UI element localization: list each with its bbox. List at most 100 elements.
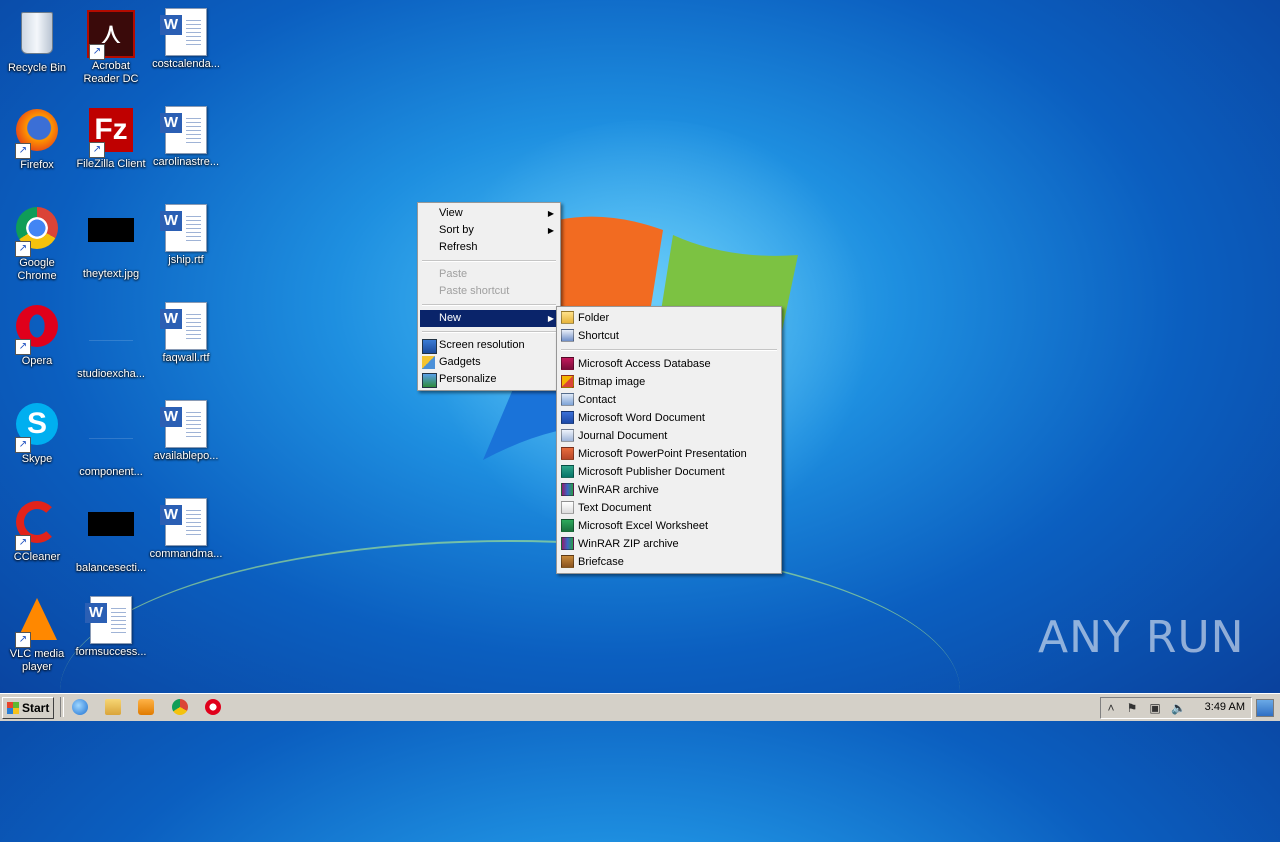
menu-item-personalize[interactable]: Personalize xyxy=(420,371,558,388)
show-hidden-icons-icon[interactable]: ˄ xyxy=(1104,701,1118,715)
text-document-icon xyxy=(561,501,574,514)
powerpoint-icon xyxy=(561,447,574,460)
shortcut-arrow-icon: ↗ xyxy=(15,632,31,648)
word-document-icon: W xyxy=(160,106,210,154)
menu-item-new[interactable]: New ▶ xyxy=(420,310,558,327)
gadgets-icon xyxy=(422,356,435,369)
submenu-arrow-icon: ▶ xyxy=(547,209,554,218)
menu-item-label: Personalize xyxy=(439,373,497,385)
desktop-icon[interactable]: Fz ↗ FileZilla Client xyxy=(74,106,148,171)
bitmap-icon xyxy=(561,375,574,388)
desktop-icon[interactable]: Wcommandma... xyxy=(149,498,223,561)
action-center-flag-icon[interactable]: ⚑ xyxy=(1125,701,1139,715)
chrome-icon[interactable] xyxy=(172,699,188,715)
desktop-icon-label: Opera xyxy=(21,355,53,367)
desktop-icon-label: formsuccess... xyxy=(75,646,147,658)
taskbar: Start ˄ ⚑ ▣ 🔈 3:49 AM xyxy=(0,693,1280,721)
opera-icon: ↗ xyxy=(13,305,61,355)
network-icon[interactable]: ▣ xyxy=(1148,701,1162,715)
menu-item-label: Contact xyxy=(578,394,616,406)
menu-item-refresh[interactable]: Refresh xyxy=(420,239,558,256)
menu-separator xyxy=(422,260,556,262)
desktop-icon[interactable]: studioexcha... xyxy=(74,302,148,381)
ccleaner-icon: ↗ xyxy=(13,501,61,551)
new-submenu-item[interactable]: Folder xyxy=(559,309,779,327)
word-document-icon: W xyxy=(160,400,210,448)
desktop-icon-label: jship.rtf xyxy=(168,254,204,266)
shortcut-arrow-icon: ↗ xyxy=(15,437,31,453)
desktop-icon[interactable]: S ↗ Skype xyxy=(0,400,74,466)
word-icon xyxy=(561,411,574,424)
internet-explorer-icon[interactable] xyxy=(72,699,88,715)
menu-item-sort-by[interactable]: Sort by ▶ xyxy=(420,222,558,239)
clock[interactable]: 3:49 AM xyxy=(1205,701,1245,713)
new-submenu-item[interactable]: Bitmap image xyxy=(559,373,779,391)
new-submenu-item[interactable]: Shortcut xyxy=(559,327,779,345)
desktop-icon-label: studioexcha... xyxy=(77,368,145,380)
menu-item-gadgets[interactable]: Gadgets xyxy=(420,354,558,371)
desktop-icon[interactable]: Recycle Bin xyxy=(0,8,74,75)
menu-item-label: Microsoft Word Document xyxy=(578,412,705,424)
menu-item-label: Screen resolution xyxy=(439,339,525,351)
desktop-icon[interactable]: Wfaqwall.rtf xyxy=(149,302,223,365)
shortcut-arrow-icon: ↗ xyxy=(15,241,31,257)
opera-icon[interactable] xyxy=(205,699,221,715)
menu-item-paste[interactable]: Paste xyxy=(420,266,558,283)
taskbar-separator xyxy=(60,697,64,717)
menu-item-label: Briefcase xyxy=(578,556,624,568)
new-submenu-item[interactable]: Microsoft Word Document xyxy=(559,409,779,427)
submenu-arrow-icon: ▶ xyxy=(547,226,554,235)
new-submenu-item[interactable]: Microsoft Excel Worksheet xyxy=(559,517,779,535)
menu-item-screen-resolution[interactable]: Screen resolution xyxy=(420,337,558,354)
desktop-icon-label: CCleaner xyxy=(13,551,61,563)
desktop-icon[interactable]: Wcarolinastre... xyxy=(149,106,223,169)
menu-item-label: Microsoft Access Database xyxy=(578,358,711,370)
new-submenu-item[interactable]: Microsoft PowerPoint Presentation xyxy=(559,445,779,463)
explorer-icon[interactable] xyxy=(105,699,121,715)
desktop-icon[interactable]: ⋏ ↗ Acrobat Reader DC xyxy=(74,8,148,86)
show-desktop-button[interactable] xyxy=(1256,699,1274,717)
media-player-icon[interactable] xyxy=(138,699,154,715)
menu-item-label: Refresh xyxy=(439,241,478,253)
new-submenu-item[interactable]: WinRAR archive xyxy=(559,481,779,499)
desktop-icon[interactable]: ↗ Google Chrome xyxy=(0,204,74,283)
new-submenu: Folder Shortcut Microsoft Access Database B… xyxy=(556,306,782,574)
new-submenu-item[interactable]: Microsoft Access Database xyxy=(559,355,779,373)
access-icon xyxy=(561,357,574,370)
menu-item-label: Sort by xyxy=(439,224,474,236)
menu-item-label: Microsoft Publisher Document xyxy=(578,466,725,478)
desktop-icon[interactable]: ↗ Opera xyxy=(0,302,74,368)
blank-file-icon xyxy=(87,318,135,366)
word-document-icon: W xyxy=(160,204,210,252)
desktop-icon[interactable]: Wavailablepo... xyxy=(149,400,223,463)
menu-item-paste-shortcut[interactable]: Paste shortcut xyxy=(420,283,558,300)
volume-icon[interactable]: 🔈 xyxy=(1171,701,1186,715)
desktop-icon[interactable]: Wjship.rtf xyxy=(149,204,223,267)
new-submenu-item[interactable]: Journal Document xyxy=(559,427,779,445)
new-submenu-item[interactable]: Contact xyxy=(559,391,779,409)
new-submenu-item[interactable]: WinRAR ZIP archive xyxy=(559,535,779,553)
desktop-icon[interactable]: ↗ Firefox xyxy=(0,106,74,172)
desktop-icon-label: costcalenda... xyxy=(152,58,220,70)
desktop-icon[interactable]: Wformsuccess... xyxy=(74,596,148,659)
desktop-icon-label: VLC media player xyxy=(9,648,65,673)
excel-icon xyxy=(561,519,574,532)
start-button[interactable]: Start xyxy=(2,697,54,719)
new-submenu-item[interactable]: Briefcase xyxy=(559,553,779,571)
desktop-icon[interactable]: Wcostcalenda... xyxy=(149,8,223,71)
desktop-icon[interactable]: ↗ CCleaner xyxy=(0,498,74,564)
menu-item-label: Paste xyxy=(439,268,468,280)
desktop-icon[interactable]: balancesecti... xyxy=(74,498,148,575)
menu-item-label: Folder xyxy=(578,312,610,324)
desktop-icon[interactable]: component... xyxy=(74,400,148,479)
new-submenu-item[interactable]: Text Document xyxy=(559,499,779,517)
new-submenu-item[interactable]: Microsoft Publisher Document xyxy=(559,463,779,481)
blank-file-icon xyxy=(87,416,135,464)
shortcut-arrow-icon: ↗ xyxy=(89,142,105,158)
desktop-icon[interactable]: ↗ VLC media player xyxy=(0,596,74,674)
menu-item-view[interactable]: View ▶ xyxy=(420,205,558,222)
menu-item-label: Bitmap image xyxy=(578,376,646,388)
submenu-arrow-icon: ▶ xyxy=(547,314,554,323)
menu-item-label: WinRAR ZIP archive xyxy=(578,538,679,550)
desktop-icon[interactable]: theytext.jpg xyxy=(74,204,148,281)
